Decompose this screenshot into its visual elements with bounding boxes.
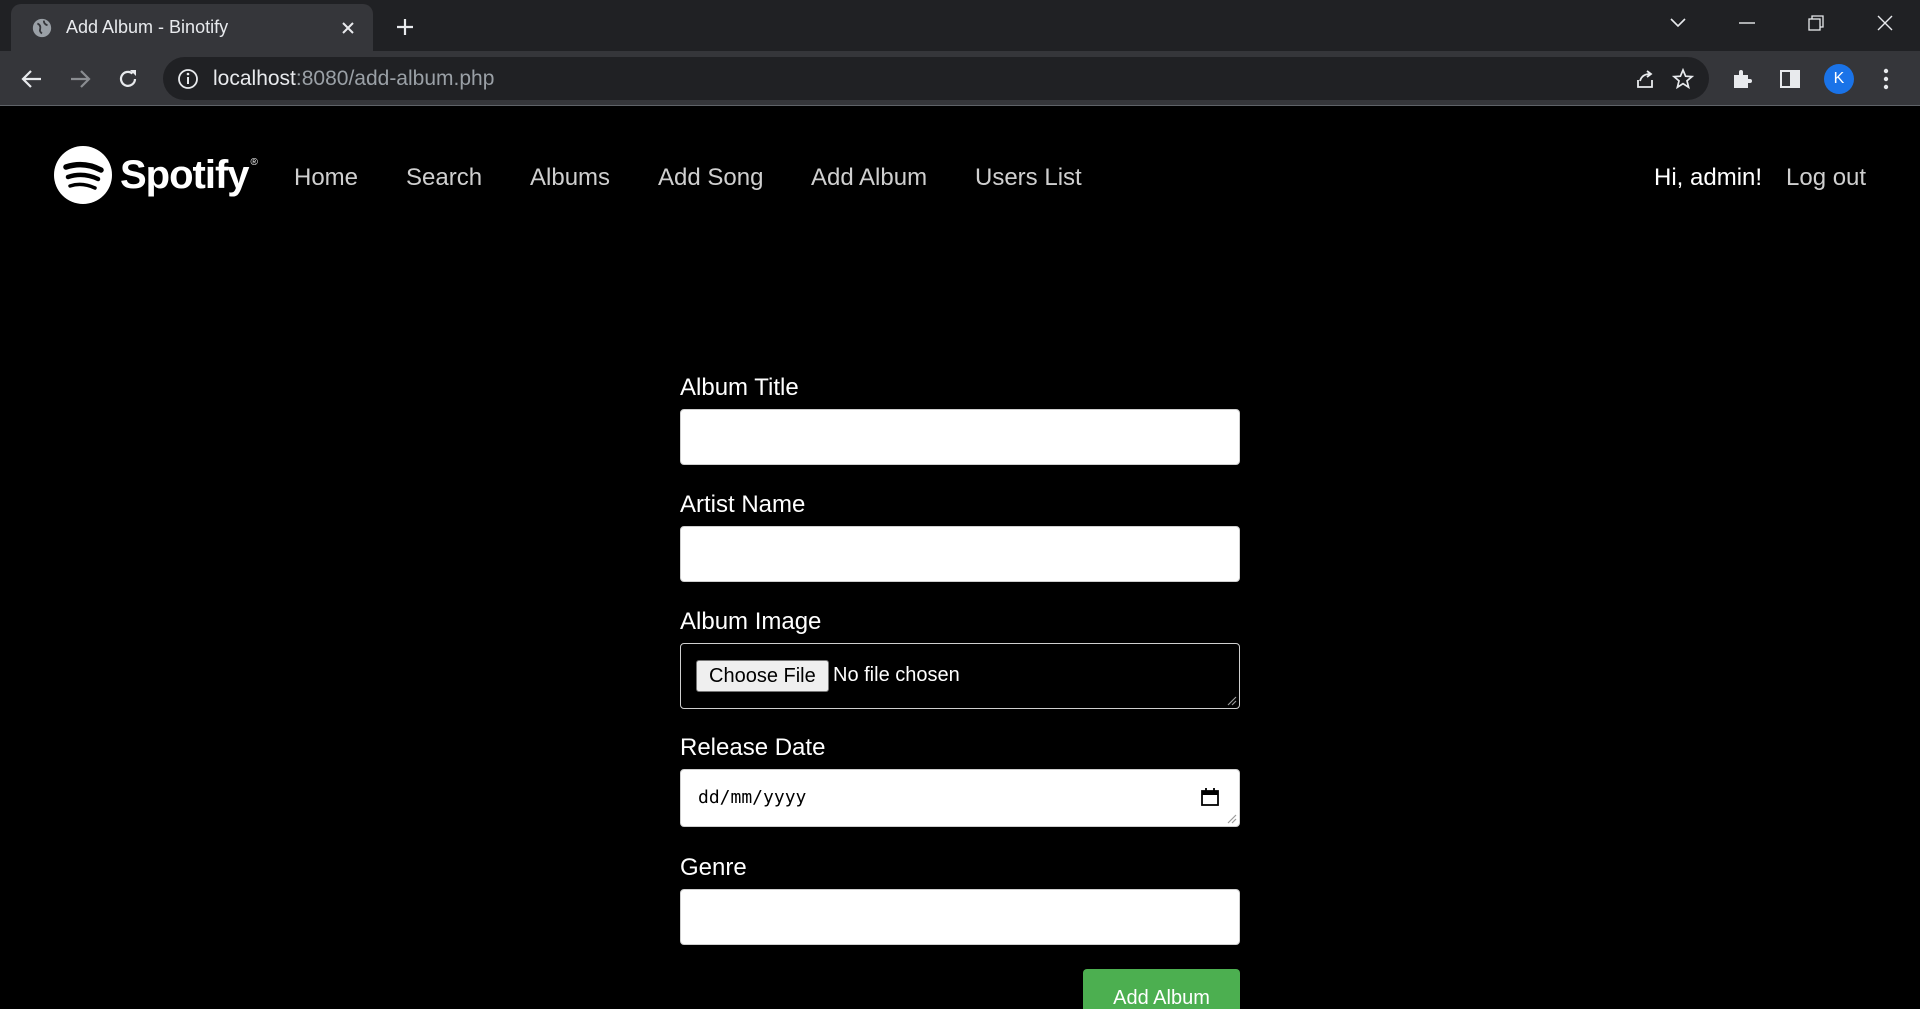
browser-tab-strip: Add Album - Binotify	[0, 0, 1920, 51]
nav-home[interactable]: Home	[294, 164, 358, 192]
bookmark-star-icon[interactable]	[1669, 65, 1697, 93]
new-tab-plus-icon[interactable]	[390, 12, 420, 42]
back-arrow-icon[interactable]	[14, 61, 50, 97]
choose-file-button[interactable]: Choose File	[696, 660, 829, 692]
genre-input[interactable]	[680, 889, 1240, 945]
nav-albums[interactable]: Albums	[530, 164, 610, 192]
close-window-icon[interactable]	[1865, 6, 1905, 40]
site-info-icon[interactable]	[177, 68, 199, 90]
artist-name-input[interactable]	[680, 526, 1240, 582]
release-date-label: Release Date	[680, 734, 826, 761]
browser-toolbar: localhost:8080/add-album.php K	[0, 51, 1920, 106]
browser-menu-kebab-icon[interactable]	[1868, 61, 1904, 97]
release-date-placeholder: dd/mm/yyyy	[698, 787, 807, 808]
spotify-logo-icon	[54, 146, 112, 204]
nav-add-album[interactable]: Add Album	[811, 164, 927, 192]
tab-title: Add Album - Binotify	[66, 17, 229, 37]
globe-icon	[32, 18, 52, 38]
add-album-submit-button[interactable]: Add Album	[1083, 969, 1240, 1009]
album-image-file-input[interactable]: Choose File No file chosen	[680, 643, 1240, 709]
album-image-label: Album Image	[680, 608, 822, 635]
browser-tab[interactable]: Add Album - Binotify	[11, 4, 373, 51]
album-title-input[interactable]	[680, 409, 1240, 465]
profile-avatar[interactable]: K	[1824, 64, 1854, 94]
address-bar[interactable]: localhost:8080/add-album.php	[163, 57, 1709, 100]
minimize-icon[interactable]	[1727, 6, 1767, 40]
calendar-icon[interactable]	[1199, 786, 1221, 808]
restore-icon[interactable]	[1796, 6, 1836, 40]
resize-handle-icon[interactable]	[1227, 696, 1237, 706]
logout-link[interactable]: Log out	[1786, 164, 1866, 192]
nav-search[interactable]: Search	[406, 164, 482, 192]
genre-label: Genre	[680, 854, 747, 881]
page-content: Spotify ® Home Search Albums Add Song Ad…	[0, 107, 1920, 1009]
file-status-text: No file chosen	[833, 664, 960, 686]
share-icon[interactable]	[1631, 65, 1659, 93]
spotify-logo[interactable]: Spotify ®	[54, 145, 258, 205]
tab-search-chevron-icon[interactable]	[1658, 6, 1698, 40]
tab-close-icon[interactable]	[335, 15, 361, 41]
resize-handle-icon[interactable]	[1227, 814, 1237, 824]
logo-registered-mark: ®	[250, 157, 258, 168]
logo-wordmark: Spotify	[120, 152, 250, 197]
url-host: localhost	[213, 67, 296, 90]
user-greeting: Hi, admin!	[1654, 164, 1763, 191]
reload-icon[interactable]	[110, 61, 146, 97]
url-text: localhost:8080/add-album.php	[213, 67, 494, 91]
forward-arrow-icon[interactable]	[62, 61, 98, 97]
nav-users-list[interactable]: Users List	[975, 164, 1082, 192]
artist-name-label: Artist Name	[680, 491, 806, 518]
release-date-input[interactable]: dd/mm/yyyy	[680, 769, 1240, 827]
extensions-puzzle-icon[interactable]	[1724, 61, 1760, 97]
album-title-label: Album Title	[680, 374, 799, 401]
url-path: :8080/add-album.php	[295, 67, 495, 90]
side-panel-icon[interactable]	[1772, 61, 1808, 97]
nav-add-song[interactable]: Add Song	[658, 164, 763, 192]
